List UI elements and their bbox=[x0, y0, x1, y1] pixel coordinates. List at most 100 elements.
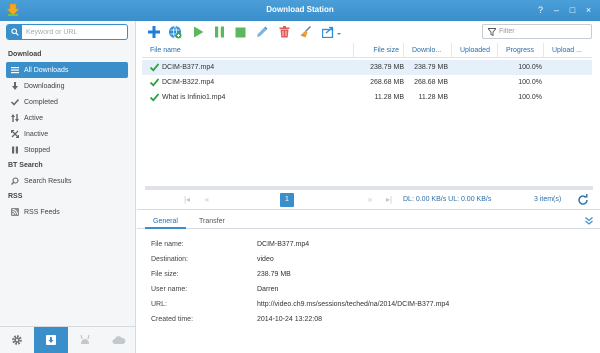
completed-check-icon bbox=[150, 78, 159, 87]
cell-uploaded bbox=[452, 60, 494, 75]
cell-progress: 100.0% bbox=[518, 64, 542, 71]
detail-value: 238.79 MB bbox=[257, 271, 291, 278]
funnel-icon bbox=[488, 28, 496, 36]
detail-row-created-time: Created time: 2014-10-24 13:22:08 bbox=[151, 312, 591, 327]
table-row[interactable]: DCIM-B377.mp4 238.79 MB 238.79 MB 100.0% bbox=[142, 60, 592, 75]
arrows-updown-icon bbox=[11, 114, 19, 122]
tab-transfer[interactable]: Transfer bbox=[191, 215, 233, 229]
sidebar-item-label: Active bbox=[24, 114, 44, 122]
maximize-button[interactable]: □ bbox=[565, 3, 580, 17]
section-header-rss: RSS bbox=[8, 193, 23, 200]
download-table-header: File name File size Downlo... Uploaded P… bbox=[142, 43, 592, 58]
detail-label: Created time: bbox=[151, 316, 194, 323]
tab-general[interactable]: General bbox=[145, 215, 186, 229]
sidebar: Download All Downloads Downloading Compl… bbox=[0, 21, 136, 353]
stop-button[interactable] bbox=[231, 23, 249, 41]
cell-progress: 100.0% bbox=[518, 79, 542, 86]
rss-icon bbox=[11, 208, 19, 216]
detail-row-url: URL: http://video.ch9.ms/sessions/teched… bbox=[151, 297, 591, 312]
search-button[interactable] bbox=[7, 25, 22, 39]
sidebar-item-label: All Downloads bbox=[24, 66, 69, 74]
next-page-button[interactable]: » bbox=[364, 194, 376, 206]
search-icon bbox=[11, 177, 19, 185]
detail-row-file-size: File size: 238.79 MB bbox=[151, 267, 591, 282]
pause-icon bbox=[214, 26, 224, 38]
column-header-uploaded[interactable]: Uploaded bbox=[452, 43, 498, 58]
arrows-cross-icon bbox=[11, 130, 19, 138]
detail-label: File size: bbox=[151, 271, 179, 278]
completed-check-icon bbox=[150, 63, 159, 72]
sidebar-item-rss-feeds[interactable]: RSS Feeds bbox=[6, 204, 128, 220]
sidebar-item-inactive[interactable]: Inactive bbox=[6, 126, 128, 142]
edit-icon bbox=[257, 26, 268, 37]
add-icon bbox=[148, 26, 160, 38]
download-table-body: DCIM-B377.mp4 238.79 MB 238.79 MB 100.0%… bbox=[142, 60, 592, 105]
previous-page-button[interactable]: « bbox=[201, 194, 213, 206]
detail-label: Destination: bbox=[151, 256, 188, 263]
download-list-button[interactable] bbox=[34, 327, 68, 353]
first-page-button[interactable]: |◂ bbox=[181, 194, 193, 206]
keyword-url-input[interactable] bbox=[26, 25, 126, 39]
download-list-icon bbox=[46, 335, 56, 345]
last-page-button[interactable]: ▸| bbox=[383, 194, 395, 206]
edit-button[interactable] bbox=[253, 23, 271, 41]
cloud-icon bbox=[112, 336, 126, 344]
sidebar-item-stopped[interactable]: Stopped bbox=[6, 142, 128, 158]
sidebar-item-label: Inactive bbox=[24, 130, 49, 138]
table-row[interactable]: What is Infinio1.mp4 11.28 MB 11.28 MB 1… bbox=[142, 90, 592, 105]
share-menu-button[interactable] bbox=[320, 23, 344, 41]
completed-check-icon bbox=[150, 93, 159, 102]
transfer-speed: DL: 0.00 KB/s UL: 0.00 KB/s bbox=[403, 196, 492, 203]
pause-icon bbox=[11, 146, 19, 154]
filter-input[interactable] bbox=[499, 25, 589, 38]
sidebar-item-label: Search Results bbox=[24, 177, 72, 185]
detail-value: DCIM-B377.mp4 bbox=[257, 241, 310, 248]
column-header-downloaded[interactable]: Downlo... bbox=[404, 43, 452, 58]
section-header-bt-search: BT Search bbox=[8, 162, 43, 169]
emule-button[interactable] bbox=[68, 327, 102, 353]
clear-completed-button[interactable] bbox=[297, 23, 315, 41]
cell-file-size: 268.68 MB bbox=[370, 79, 404, 86]
detail-panel: File name: DCIM-B377.mp4 Destination: vi… bbox=[151, 237, 591, 327]
sidebar-item-downloading[interactable]: Downloading bbox=[6, 78, 128, 94]
delete-button[interactable] bbox=[275, 23, 293, 41]
sidebar-item-label: Completed bbox=[24, 98, 58, 106]
close-button[interactable]: × bbox=[581, 3, 596, 17]
cell-file-name: What is Infinio1.mp4 bbox=[162, 94, 226, 101]
column-header-upload-rate[interactable]: Upload ... bbox=[544, 43, 592, 58]
cell-uploaded bbox=[452, 75, 494, 90]
sidebar-bottom-bar bbox=[0, 326, 136, 353]
list-icon bbox=[11, 66, 19, 74]
settings-button[interactable] bbox=[0, 327, 34, 353]
resume-icon bbox=[193, 26, 203, 38]
stop-icon bbox=[235, 27, 245, 37]
minimize-button[interactable]: – bbox=[549, 3, 564, 17]
refresh-icon[interactable] bbox=[577, 194, 589, 206]
item-count: 3 item(s) bbox=[534, 196, 562, 203]
cell-downloaded: 268.68 MB bbox=[414, 79, 448, 86]
column-header-file-name[interactable]: File name bbox=[142, 43, 354, 58]
sidebar-nav: Download All Downloads Downloading Compl… bbox=[0, 47, 136, 220]
column-header-progress[interactable]: Progress bbox=[498, 43, 544, 58]
pause-button[interactable] bbox=[210, 23, 228, 41]
sidebar-item-search-results[interactable]: Search Results bbox=[6, 173, 128, 189]
window-title: Download Station bbox=[266, 5, 334, 14]
create-url-task-button[interactable] bbox=[166, 23, 184, 41]
double-chevron-down-icon[interactable] bbox=[584, 216, 594, 226]
current-page-button[interactable]: 1 bbox=[280, 193, 294, 207]
filter-box bbox=[482, 24, 592, 39]
sidebar-item-active[interactable]: Active bbox=[6, 110, 128, 126]
cloud-button[interactable] bbox=[102, 327, 136, 353]
create-task-button[interactable] bbox=[145, 23, 163, 41]
pagination-bar: |◂ « 1 » ▸| DL: 0.00 KB/s UL: 0.00 KB/s … bbox=[137, 190, 600, 210]
detail-value: 2014-10-24 13:22:08 bbox=[257, 316, 322, 323]
column-header-file-size[interactable]: File size bbox=[354, 43, 404, 58]
arrow-down-icon bbox=[11, 82, 19, 90]
help-button[interactable]: ? bbox=[533, 3, 548, 17]
cell-file-size: 238.79 MB bbox=[370, 64, 404, 71]
check-icon bbox=[11, 98, 19, 106]
table-row[interactable]: DCIM-B322.mp4 268.68 MB 268.68 MB 100.0% bbox=[142, 75, 592, 90]
sidebar-item-completed[interactable]: Completed bbox=[6, 94, 128, 110]
resume-button[interactable] bbox=[189, 23, 207, 41]
sidebar-item-all-downloads[interactable]: All Downloads bbox=[6, 62, 128, 78]
